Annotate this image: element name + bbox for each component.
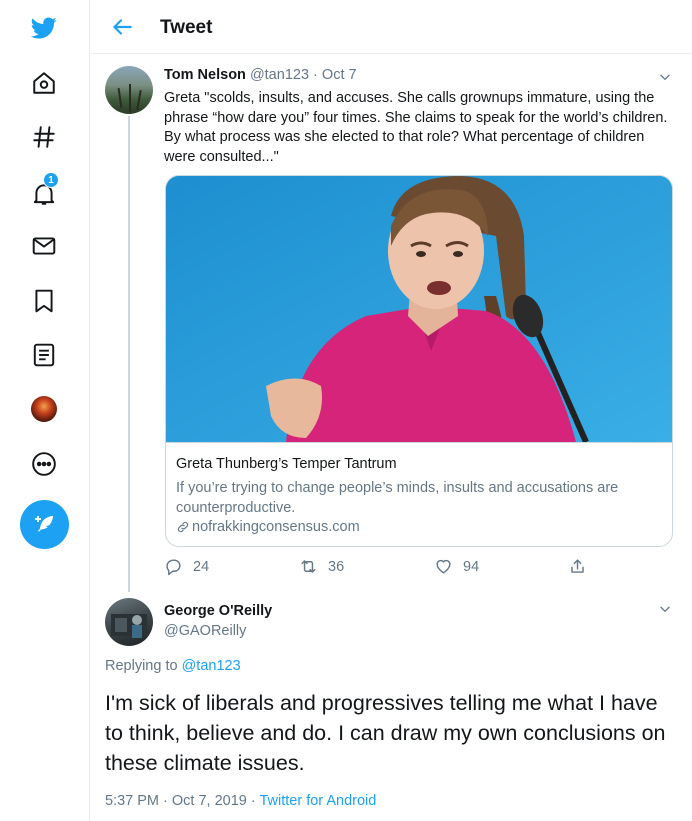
more-dots-icon: [32, 452, 56, 476]
chevron-down-icon[interactable]: [658, 602, 672, 616]
reply-count: 24: [193, 558, 210, 575]
replying-to-label: Replying to: [105, 658, 178, 674]
link-preview-title: Greta Thunberg’s Temper Tantrum: [176, 456, 397, 472]
quoted-tweet-header: Tom Nelson @tan123 · Oct 7: [164, 67, 357, 83]
dot-separator: ·: [313, 67, 318, 83]
share-icon: [571, 559, 584, 573]
speaker-photo: [166, 176, 672, 442]
twitter-logo[interactable]: [30, 14, 58, 42]
notification-badge: 1: [43, 172, 59, 188]
like-button[interactable]: 94: [434, 557, 479, 576]
chevron-down-icon[interactable]: [658, 70, 672, 84]
heart-icon: [436, 559, 451, 574]
tweet-text: I'm sick of liberals and progressives te…: [105, 691, 666, 775]
more-button[interactable]: [30, 450, 58, 478]
compose-tweet-button[interactable]: [20, 500, 69, 549]
share-button[interactable]: [568, 557, 597, 576]
twitter-bird-icon: [31, 17, 57, 39]
tweet-timestamp[interactable]: 5:37 PM · Oct 7, 2019: [105, 793, 247, 809]
envelope-icon: [32, 237, 56, 255]
retweet-icon: [301, 560, 316, 573]
quoted-tweet-actions: 24 36 94: [164, 557, 604, 579]
explore-button[interactable]: [30, 123, 58, 151]
thread-connector-line: [128, 116, 130, 592]
reply-icon: [166, 559, 181, 576]
quoted-tweet-date[interactable]: Oct 7: [322, 67, 357, 83]
replying-to: Replying to @tan123: [105, 658, 241, 674]
quoted-tweet-text: Greta "scolds, insults, and accuses. She…: [164, 90, 668, 165]
feather-plus-icon: [34, 515, 53, 532]
home-icon: [33, 72, 55, 94]
author-handle[interactable]: @GAOReilly: [164, 623, 246, 639]
back-arrow-icon[interactable]: [109, 14, 135, 40]
quoted-author-handle[interactable]: @tan123: [250, 67, 309, 83]
avatar-photo: [111, 614, 147, 638]
link-preview-body: Greta Thunberg’s Temper Tantrum If you’r…: [166, 442, 672, 546]
link-preview-description: If you’re trying to change people’s mind…: [176, 480, 619, 516]
reply-button[interactable]: 24: [164, 557, 209, 576]
home-button[interactable]: [30, 69, 58, 97]
meta-separator: ·: [246, 793, 260, 809]
page-title: Tweet: [160, 17, 213, 38]
messages-button[interactable]: [30, 232, 58, 260]
sidebar: 1: [0, 0, 90, 821]
link-icon: [177, 521, 189, 533]
link-preview-domain-text: nofrakkingconsensus.com: [192, 519, 360, 535]
tweet-meta: 5:37 PM · Oct 7, 2019 · Twitter for Andr…: [105, 793, 376, 809]
author-name[interactable]: George O'Reilly: [164, 603, 272, 619]
retweet-count: 36: [328, 558, 345, 575]
hashtag-icon: [33, 126, 55, 148]
profile-avatar[interactable]: [31, 396, 57, 422]
lists-button[interactable]: [30, 341, 58, 369]
link-preview-card[interactable]: Greta Thunberg’s Temper Tantrum If you’r…: [165, 175, 673, 547]
like-count: 94: [463, 558, 480, 575]
retweet-button[interactable]: 36: [299, 557, 344, 576]
bookmark-icon: [35, 289, 53, 313]
notifications-button[interactable]: 1: [30, 172, 59, 208]
bookmarks-button[interactable]: [30, 287, 58, 315]
george-oreilly-avatar[interactable]: [105, 598, 153, 646]
replying-to-handle-link[interactable]: @tan123: [182, 658, 241, 674]
link-preview-image: [166, 176, 672, 442]
quoted-author-name[interactable]: Tom Nelson: [164, 67, 246, 83]
link-preview-domain: nofrakkingconsensus.com: [176, 519, 360, 535]
tom-nelson-avatar[interactable]: [105, 66, 153, 114]
tweet-source-link[interactable]: Twitter for Android: [259, 793, 376, 809]
list-icon: [33, 343, 55, 367]
page-header: Tweet: [91, 0, 692, 54]
